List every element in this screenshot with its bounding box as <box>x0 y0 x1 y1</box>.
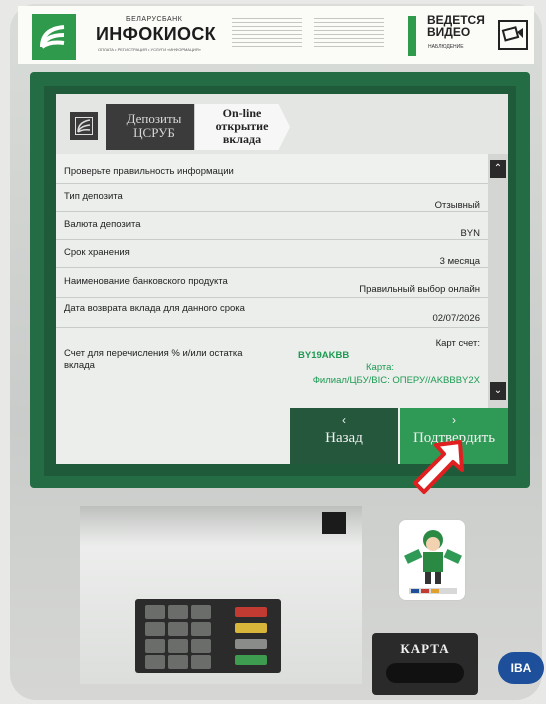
row-label: Дата возврата вклада для данного срока <box>64 303 245 314</box>
account-iban: BY19AKBB <box>298 350 350 361</box>
keypad-key[interactable] <box>145 655 165 669</box>
list-item: Валюта депозита BYN <box>56 212 488 240</box>
keypad-key[interactable] <box>168 639 188 653</box>
branch-bic: Филиал/ЦБУ/BIC: ОПЕРУ//AKBBBY2X <box>312 375 480 386</box>
video-line-2: ВИДЕО <box>427 25 471 39</box>
row-label: Валюта депозита <box>64 219 141 230</box>
card-slot-opening[interactable] <box>386 663 464 683</box>
keypad-key[interactable] <box>168 605 188 619</box>
pin-keypad[interactable] <box>135 599 281 673</box>
iba-badge: IBA <box>498 652 544 684</box>
scroll-up-icon[interactable]: ⌃ <box>490 160 506 178</box>
bank-name: БЕЛАРУСБАНК <box>126 16 183 23</box>
row-value: 02/07/2026 <box>432 313 480 324</box>
video-surveillance-sign: ВЕДЕТСЯ ВИДЕО <box>427 14 485 38</box>
blank-key[interactable] <box>235 639 267 649</box>
account-label: Счет для перечисления % и/или остатка вк… <box>64 348 243 371</box>
camera-icon <box>498 20 528 50</box>
keypad-key[interactable] <box>191 639 211 653</box>
banner-fine-print <box>314 15 384 47</box>
security-camera <box>322 512 346 534</box>
list-item: Тип депозита Отзывный <box>56 184 488 212</box>
mascot-icon <box>404 530 462 594</box>
back-button-label: Назад <box>325 430 363 446</box>
chevron-right-icon: › <box>452 413 456 427</box>
list-item: Наименование банковского продукта Правил… <box>56 268 488 298</box>
banner-title: ИНФОКИОСК <box>96 24 216 44</box>
keypad-key[interactable] <box>145 605 165 619</box>
kiosk-banner: БЕЛАРУСБАНК ИНФОКИОСК ОПЛАТА • РЕГИСТРАЦ… <box>18 6 534 64</box>
pointer-arrow-icon <box>413 440 464 494</box>
keypad-key[interactable] <box>145 622 165 636</box>
chevron-left-icon: ‹ <box>342 413 346 427</box>
scroll-down-icon[interactable]: ⌄ <box>490 382 506 400</box>
banner-green-bar <box>408 16 416 56</box>
row-value: Правильный выбор онлайн <box>359 284 480 295</box>
keypad-key[interactable] <box>168 622 188 636</box>
breadcrumb-deposits[interactable]: Депозиты ЦСРУБ <box>106 104 206 150</box>
enter-key[interactable] <box>235 655 267 665</box>
breadcrumb-deposits-label: Депозиты ЦСРУБ <box>126 111 182 140</box>
card-label: Карта: <box>366 362 395 373</box>
keypad-key[interactable] <box>191 605 211 619</box>
list-item: Счет для перечисления % и/или остатка вк… <box>56 328 488 408</box>
cancel-key[interactable] <box>235 607 267 617</box>
form-header: Проверьте правильность информации <box>56 154 488 184</box>
list-item: Дата возврата вклада для данного срока 0… <box>56 298 488 328</box>
card-account-label: Карт счет: <box>435 338 480 349</box>
banner-fine-print <box>232 15 302 47</box>
kiosk-screen: Депозиты ЦСРУБ On-line открытие вклада П… <box>56 94 508 464</box>
correction-key[interactable] <box>235 623 267 633</box>
row-value: Отзывный <box>434 200 480 211</box>
keypad-key[interactable] <box>145 639 165 653</box>
row-label: Наименование банковского продукта <box>64 276 228 287</box>
back-button[interactable]: ‹ Назад <box>290 408 398 464</box>
keypad-key[interactable] <box>191 655 211 669</box>
video-line-3: НАБЛЮДЕНИЕ <box>428 44 464 50</box>
screen-header: Депозиты ЦСРУБ On-line открытие вклада <box>56 94 508 154</box>
breadcrumb-online-opening: On-line открытие вклада <box>194 104 290 150</box>
list-item: Срок хранения 3 месяца <box>56 240 488 268</box>
row-value: 3 месяца <box>439 256 480 267</box>
row-label: Срок хранения <box>64 247 130 258</box>
mascot-sticker <box>398 519 466 601</box>
keypad-key[interactable] <box>168 655 188 669</box>
info-list: Проверьте правильность информации Тип де… <box>56 154 488 408</box>
belarusbank-logo-icon <box>32 14 76 60</box>
bank-logo-icon <box>70 112 98 140</box>
breadcrumb-online-opening-label: On-line открытие вклада <box>215 106 269 146</box>
scrollbar[interactable]: ⌃ ⌄ <box>488 154 508 408</box>
card-reader-label: КАРТА <box>400 641 450 656</box>
keypad-key[interactable] <box>191 622 211 636</box>
banner-subtitle: ОПЛАТА • РЕГИСТРАЦИЯ • УСЛУГИ «ИНФОРМАЦИ… <box>98 47 201 52</box>
card-reader[interactable]: КАРТА <box>372 633 478 695</box>
form-header-label: Проверьте правильность информации <box>64 166 234 177</box>
row-value: BYN <box>460 228 480 239</box>
row-label: Тип депозита <box>64 191 123 202</box>
